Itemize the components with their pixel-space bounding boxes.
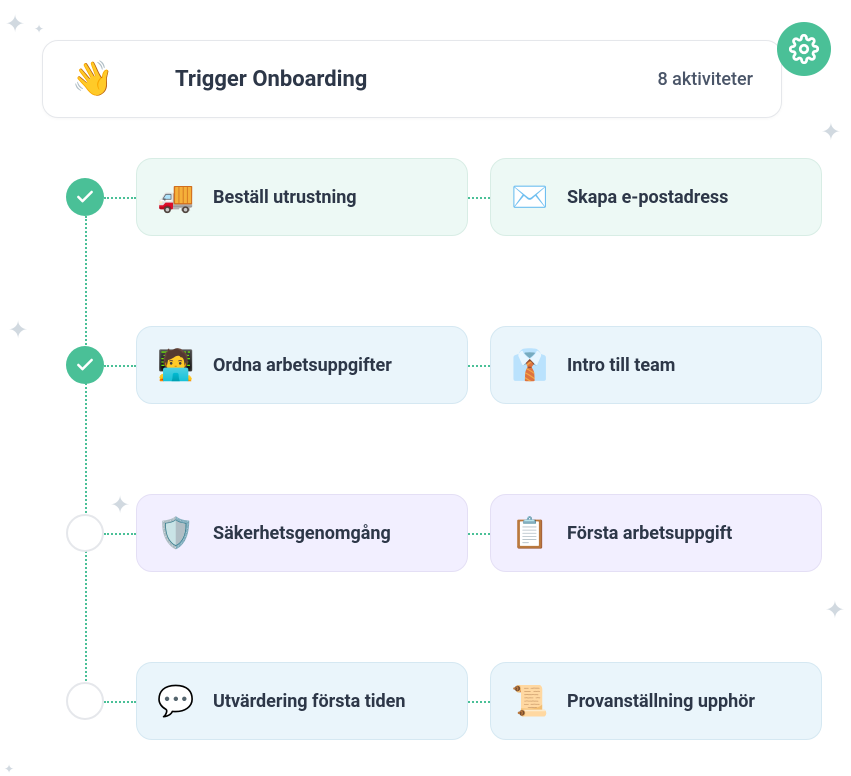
activity-label: Intro till team (567, 355, 675, 376)
activity-card[interactable]: 🧑‍💻 Ordna arbetsuppgifter (136, 326, 468, 404)
connector (104, 533, 136, 535)
activity-icon: ✉️ (511, 178, 549, 216)
connector (468, 365, 490, 367)
step-node-pending (66, 682, 104, 720)
sparkle-icon: ✦ (5, 10, 25, 38)
step-node-pending (66, 514, 104, 552)
sparkle-icon: ✦ (8, 316, 28, 344)
connector (104, 701, 136, 703)
sparkle-icon: ✦ (34, 22, 44, 36)
settings-button[interactable] (777, 22, 831, 76)
activity-card[interactable]: 📋 Första arbetsuppgift (490, 494, 822, 572)
step-node-done (66, 178, 104, 216)
activity-label: Skapa e-postadress (567, 187, 728, 208)
check-icon (75, 187, 95, 207)
connector (468, 701, 490, 703)
activity-card[interactable]: 🛡️ Säkerhetsgenomgång (136, 494, 468, 572)
connector (104, 365, 136, 367)
activity-icon: 🚚 (157, 178, 195, 216)
activity-icon: 👔 (511, 346, 549, 384)
activity-label: Provanställning upphör (567, 691, 755, 712)
sparkle-icon: ✦ (4, 762, 14, 776)
check-icon (75, 355, 95, 375)
connector (468, 197, 490, 199)
connector (104, 197, 136, 199)
activity-label: Ordna arbetsuppgifter (213, 355, 392, 376)
activity-label: Säkerhetsgenomgång (213, 523, 391, 544)
activity-card[interactable]: ✉️ Skapa e-postadress (490, 158, 822, 236)
activity-icon: 🛡️ (157, 514, 195, 552)
activity-card[interactable]: 💬 Utvärdering första tiden (136, 662, 468, 740)
sparkle-icon: ✦ (825, 596, 845, 624)
gear-icon (789, 34, 819, 64)
trigger-card[interactable]: 👋 Trigger Onboarding 8 aktiviteter (42, 40, 782, 118)
trigger-title: Trigger Onboarding (175, 67, 657, 92)
sparkle-icon: ✦ (821, 118, 841, 146)
activity-card[interactable]: 🚚 Beställ utrustning (136, 158, 468, 236)
activity-icon: 📋 (511, 514, 549, 552)
sparkle-icon: ✦ (110, 491, 130, 519)
activity-card[interactable]: 📜 Provanställning upphör (490, 662, 822, 740)
step-node-done (66, 346, 104, 384)
wave-icon: 👋 (71, 57, 115, 101)
trigger-count: 8 aktiviteter (657, 69, 753, 90)
activity-label: Utvärdering första tiden (213, 691, 406, 712)
connector (468, 533, 490, 535)
activity-icon: 📜 (511, 682, 549, 720)
activity-label: Första arbetsuppgift (567, 523, 732, 544)
activity-label: Beställ utrustning (213, 187, 357, 208)
activity-card[interactable]: 👔 Intro till team (490, 326, 822, 404)
timeline-connector (85, 216, 87, 701)
activity-icon: 💬 (157, 682, 195, 720)
activity-icon: 🧑‍💻 (157, 346, 195, 384)
